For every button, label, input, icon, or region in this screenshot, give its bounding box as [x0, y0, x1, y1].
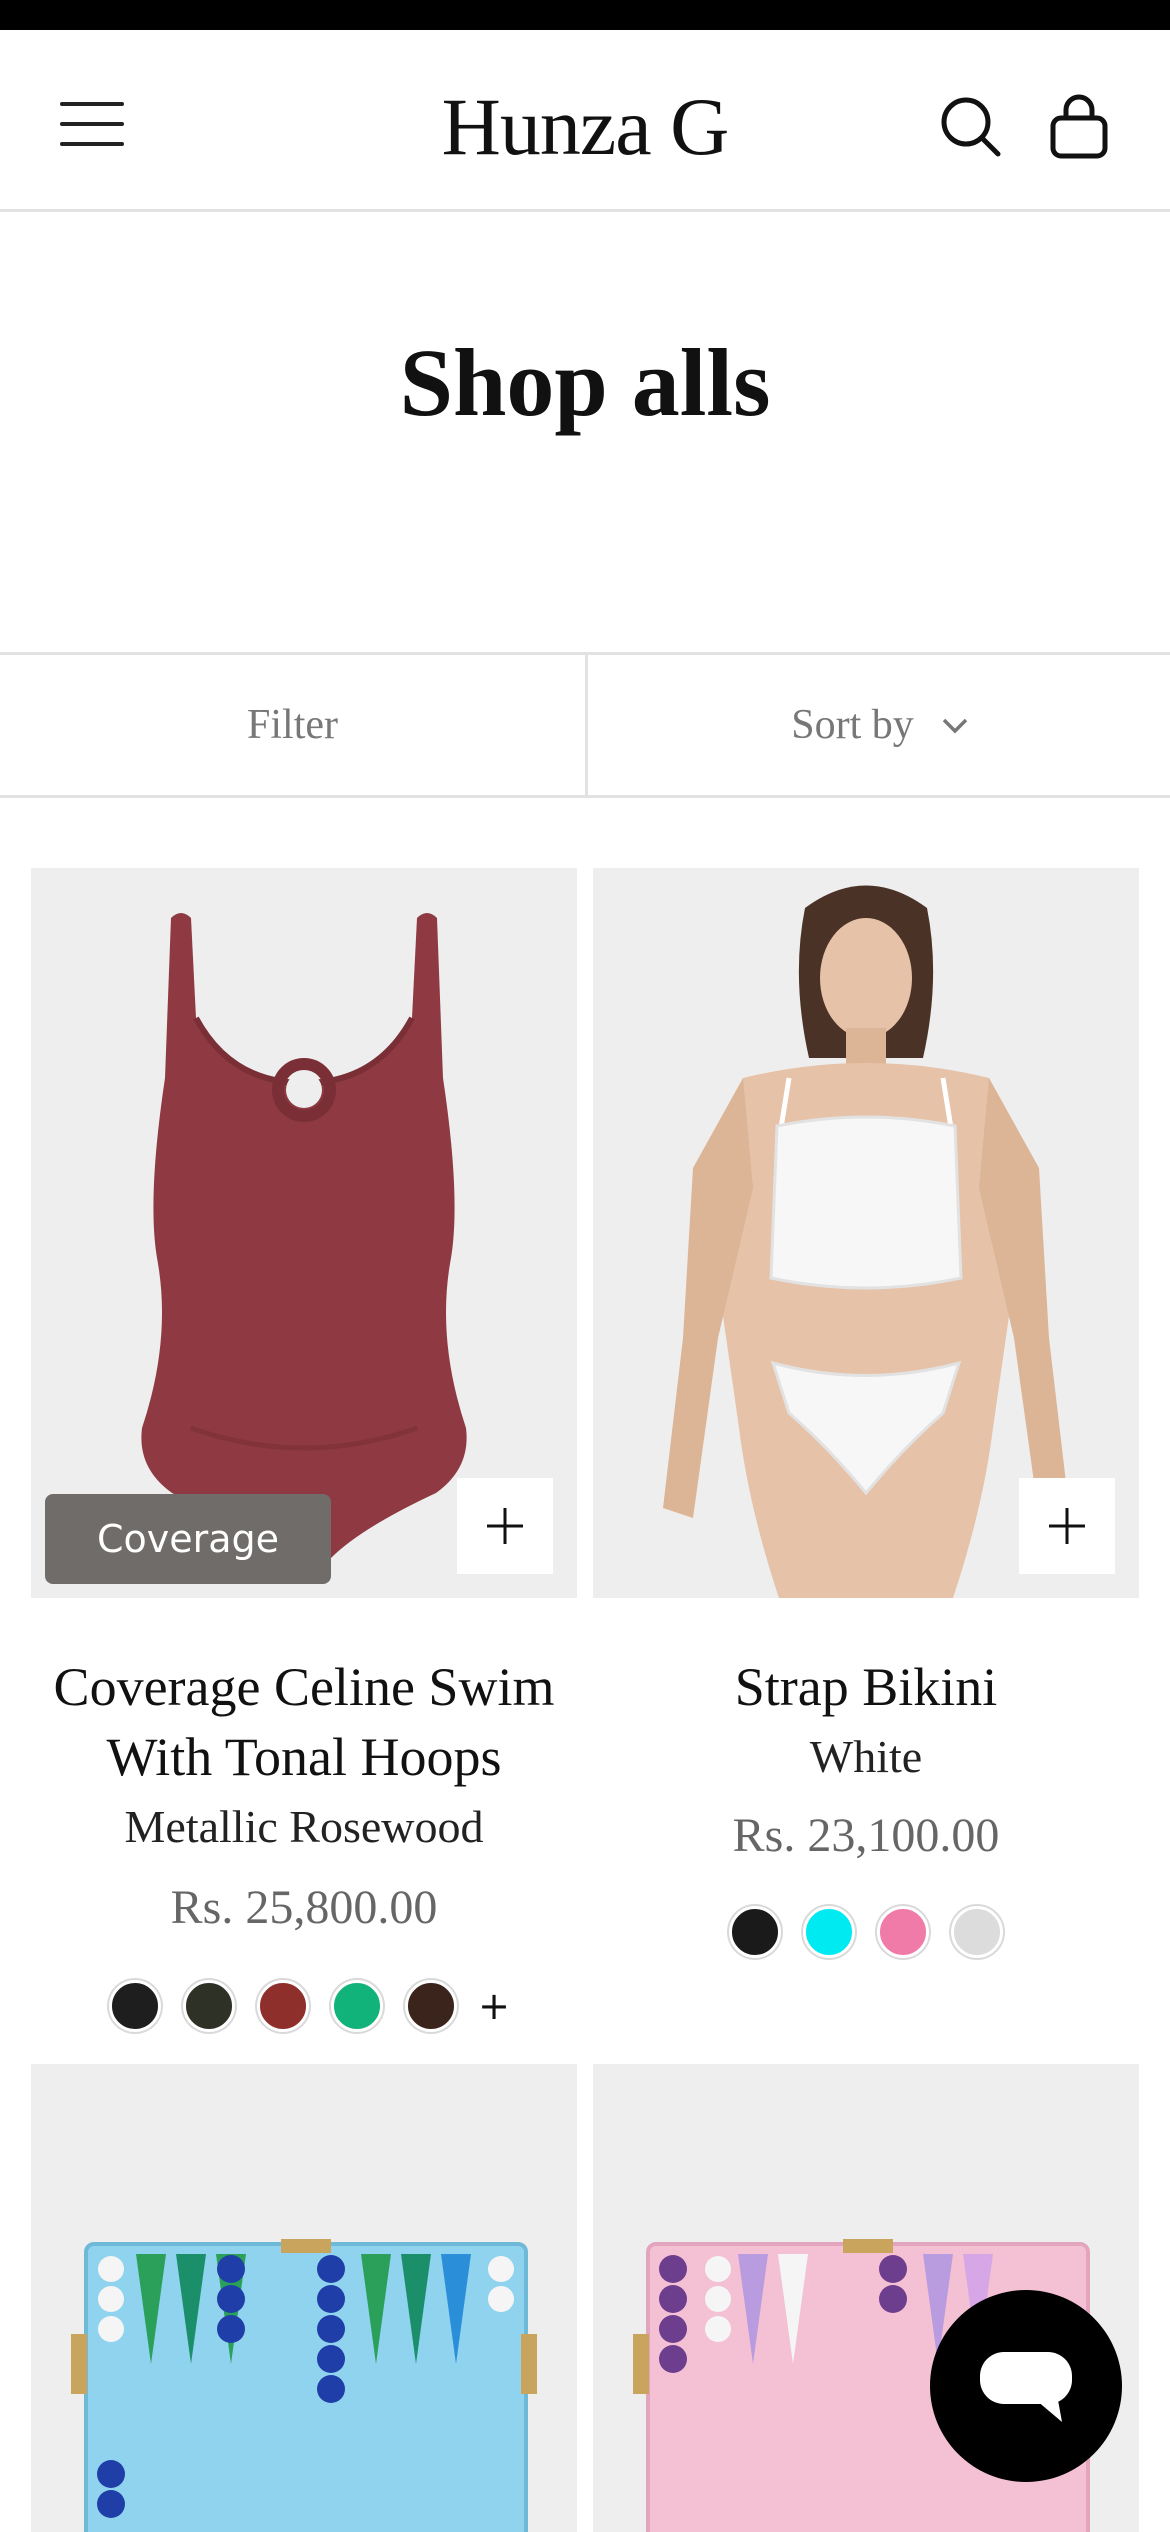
product-price: Rs. 25,800.00 [170, 1881, 438, 1934]
site-header: Hunza G [0, 30, 1170, 212]
product-variant: White [809, 1731, 923, 1782]
color-swatch[interactable] [803, 1906, 855, 1958]
collection-toolbar: Filter Sort by [0, 652, 1170, 798]
status-bar [0, 0, 1170, 30]
product-variant: Metallic Rosewood [124, 1801, 484, 1852]
plus-icon [487, 1508, 523, 1544]
quick-add-button[interactable] [1019, 1478, 1115, 1574]
sort-button[interactable]: Sort by [588, 655, 1170, 795]
color-swatch[interactable] [729, 1906, 781, 1958]
product-title-line: Coverage Celine Swim [53, 1657, 555, 1717]
color-swatch[interactable] [877, 1906, 929, 1958]
more-colors-indicator[interactable]: + [478, 1984, 510, 2028]
product-title-line: With Tonal Hoops [106, 1727, 502, 1787]
product-title[interactable]: Strap Bikini [593, 1652, 1139, 1722]
search-icon [941, 97, 1001, 157]
search-button[interactable] [936, 92, 1006, 162]
color-swatch[interactable] [331, 1980, 384, 2032]
filter-label: Filter [247, 702, 338, 748]
product-image[interactable] [593, 868, 1139, 1598]
color-swatch[interactable] [257, 1980, 310, 2032]
plus-icon [1049, 1508, 1085, 1544]
quick-add-button[interactable] [457, 1478, 553, 1574]
color-swatches: + [31, 1980, 577, 2032]
product-title[interactable]: Coverage Celine Swim With Tonal Hoops [31, 1652, 577, 1792]
color-swatch[interactable] [405, 1980, 458, 2032]
color-swatch[interactable] [109, 1980, 162, 2032]
filter-button[interactable]: Filter [0, 655, 585, 795]
color-swatch[interactable] [951, 1906, 1003, 1958]
cart-button[interactable] [1044, 92, 1114, 162]
product-image[interactable]: Coverage [31, 868, 577, 1598]
chat-bubble-icon [980, 2352, 1072, 2422]
color-swatch[interactable] [183, 1980, 236, 2032]
product-image[interactable] [31, 2064, 577, 2532]
chevron-down-icon [942, 718, 967, 734]
sort-label: Sort by [791, 702, 914, 748]
backgammon-board-image [71, 2239, 537, 2532]
collection-badge: Coverage [45, 1494, 331, 1584]
product-price: Rs. 23,100.00 [732, 1809, 1000, 1862]
color-swatches [593, 1906, 1139, 1958]
shopping-bag-icon [1050, 94, 1108, 159]
chat-button[interactable] [930, 2290, 1122, 2482]
page-title: Shop alls [399, 329, 771, 436]
